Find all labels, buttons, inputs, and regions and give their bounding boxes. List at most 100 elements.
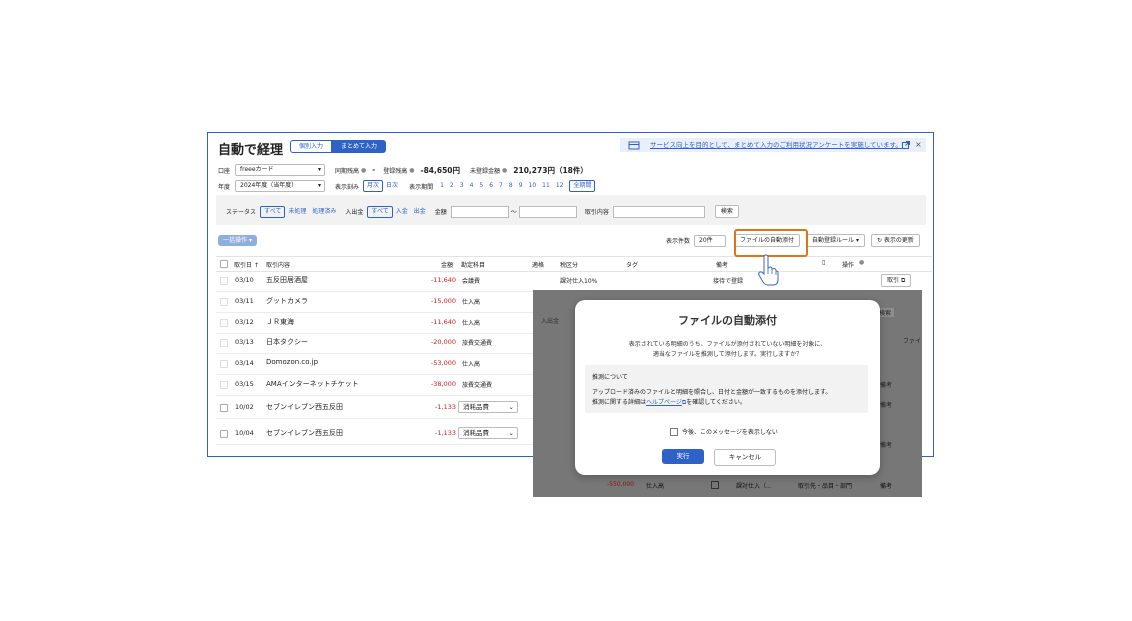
amount-label: 金額 <box>434 209 447 216</box>
tab-single-input[interactable]: 個別入力 <box>290 140 333 153</box>
account-row: 口座 freeeカード ▾ 同期残高 ● - 登録残高 ● -84,650円 未… <box>218 164 588 176</box>
header-tax: 税区分 <box>560 262 579 269</box>
row-date: 03/13 <box>235 338 254 346</box>
inout-deposit[interactable]: 入金 <box>393 207 411 217</box>
row-amount: -1,133 <box>435 403 456 411</box>
status-unprocessed[interactable]: 未処理 <box>285 207 309 217</box>
period-label: 表示期間 <box>409 183 434 191</box>
calendar-icon <box>628 141 640 150</box>
help-icon[interactable]: ● <box>502 167 507 174</box>
header-date[interactable]: 取引日 ↑ <box>234 260 259 269</box>
row-checkbox[interactable] <box>220 339 228 347</box>
help-icon[interactable]: ● <box>409 167 414 174</box>
row-description: AMAインターネットチケット <box>266 380 359 388</box>
amount-max-input[interactable] <box>518 205 577 218</box>
run-button[interactable]: 実行 <box>662 449 704 464</box>
refresh-icon: ↻ <box>876 237 884 244</box>
month-4[interactable]: 4 <box>467 181 477 191</box>
peek-file-text: ファイ <box>903 338 922 345</box>
account-select-value: freeeカード <box>240 166 274 173</box>
row-checkbox[interactable] <box>220 319 228 327</box>
select-all-checkbox[interactable] <box>220 260 228 268</box>
row-account-select[interactable]: 消耗品費 ⌄ <box>458 401 518 413</box>
dont-show-again[interactable]: 今後、このメッセージを表示しない <box>670 427 778 436</box>
header-memo: 備考 <box>716 262 729 269</box>
external-link-icon[interactable] <box>902 141 910 149</box>
status-processed[interactable]: 処理済み <box>309 207 339 217</box>
month-7[interactable]: 7 <box>496 181 506 191</box>
auto-rules-label: 自動登録ルール <box>812 237 855 244</box>
month-10[interactable]: 10 <box>526 181 540 191</box>
unit-month[interactable]: 月次 <box>363 180 384 192</box>
row-account: 仕入高 <box>462 299 481 306</box>
inout-withdraw[interactable]: 出金 <box>411 207 429 217</box>
row-account-select[interactable]: 消耗品費 ⌄ <box>458 427 518 439</box>
external-link-icon: ⧉ <box>900 277 906 284</box>
unit-day[interactable]: 日次 <box>383 181 401 191</box>
peek-partner: 取引先・品目・部門 <box>798 483 853 490</box>
account-select[interactable]: freeeカード ▾ <box>235 164 326 176</box>
inout-all[interactable]: すべて <box>367 205 393 218</box>
month-3[interactable]: 3 <box>457 181 467 191</box>
row-account: 旅費交通費 <box>462 340 493 347</box>
row-checkbox[interactable] <box>220 360 228 368</box>
month-8[interactable]: 8 <box>506 181 516 191</box>
row-date: 10/02 <box>235 403 254 411</box>
dont-show-checkbox[interactable] <box>670 427 678 436</box>
month-9[interactable]: 9 <box>516 181 526 191</box>
month-2[interactable]: 2 <box>447 181 457 191</box>
bulk-action-button[interactable]: 一括操作 ▾ <box>218 235 257 246</box>
row-account: 消耗品費 <box>463 403 489 411</box>
month-12[interactable]: 12 <box>553 181 567 191</box>
row-checkbox[interactable] <box>220 430 228 438</box>
month-11[interactable]: 11 <box>539 181 553 191</box>
cancel-button[interactable]: キャンセル <box>714 449 776 466</box>
status-all[interactable]: すべて <box>260 205 286 218</box>
refresh-button[interactable]: ↻ 表示の更新 <box>870 234 920 247</box>
description-input[interactable] <box>612 205 705 218</box>
row-date: 03/12 <box>235 318 254 326</box>
tab-bulk-input[interactable]: まとめて入力 <box>332 140 387 153</box>
status-label: ステータス <box>226 209 257 216</box>
row-amount: -20,000 <box>430 338 456 346</box>
help-page-link[interactable]: ヘルプページ <box>646 399 682 406</box>
row-checkbox[interactable] <box>220 277 228 285</box>
row-description: グットカメラ <box>266 297 308 305</box>
row-amount: -1,133 <box>435 429 456 437</box>
inout-label: 入出金 <box>345 209 364 216</box>
amount-min-input[interactable] <box>450 205 509 218</box>
row-checkbox[interactable] <box>220 298 228 306</box>
row-amount: -11,640 <box>430 318 456 326</box>
year-select[interactable]: 2024年度（当年度） ▾ <box>235 180 326 192</box>
search-button[interactable]: 検索 <box>714 205 739 218</box>
dont-show-label: 今後、このメッセージを表示しない <box>682 429 778 436</box>
highlight-frame <box>734 229 808 257</box>
auto-rules-button[interactable]: 自動登録ルール ▾ <box>806 234 865 247</box>
bulk-action-label: 一括操作 <box>223 237 248 244</box>
month-6[interactable]: 6 <box>486 181 496 191</box>
header-amount: 金額 <box>441 262 454 269</box>
row-description: 日本タクシー <box>266 338 308 346</box>
survey-link[interactable]: サービス向上を目的として、まとめて入力のご利用状況アンケートを実施しています。 <box>650 138 902 152</box>
row1-action-button[interactable]: 取引 ⧉ <box>881 274 912 287</box>
per-page-select[interactable]: 20件 <box>694 234 727 247</box>
dialog-message-2: 適当なファイルを推測して添付します。実行しますか？ <box>652 351 803 358</box>
month-5[interactable]: 5 <box>476 181 486 191</box>
refresh-label: 表示の更新 <box>883 237 914 244</box>
help-icon[interactable]: ● <box>859 259 864 266</box>
help-icon[interactable]: ● <box>361 167 366 174</box>
all-period-button[interactable]: 全期間 <box>569 180 596 192</box>
header-qualified: 適格 <box>532 262 545 269</box>
row-checkbox[interactable] <box>220 404 228 412</box>
document-icon: ▯ <box>822 259 826 266</box>
year-label: 年度 <box>218 183 231 191</box>
close-icon[interactable]: × <box>915 138 922 152</box>
row-checkbox[interactable] <box>220 381 228 389</box>
header-action: 操作 <box>842 262 855 269</box>
chevron-down-icon: ▾ <box>318 182 322 189</box>
book-balance-label: 登録残高 <box>383 167 408 175</box>
range-separator: 〜 <box>510 209 517 216</box>
per-page-value: 20件 <box>699 236 713 244</box>
table-row[interactable]: 03/10 五反田居酒屋 -11,640 会議費 <box>216 270 736 292</box>
month-1[interactable]: 1 <box>437 181 447 191</box>
